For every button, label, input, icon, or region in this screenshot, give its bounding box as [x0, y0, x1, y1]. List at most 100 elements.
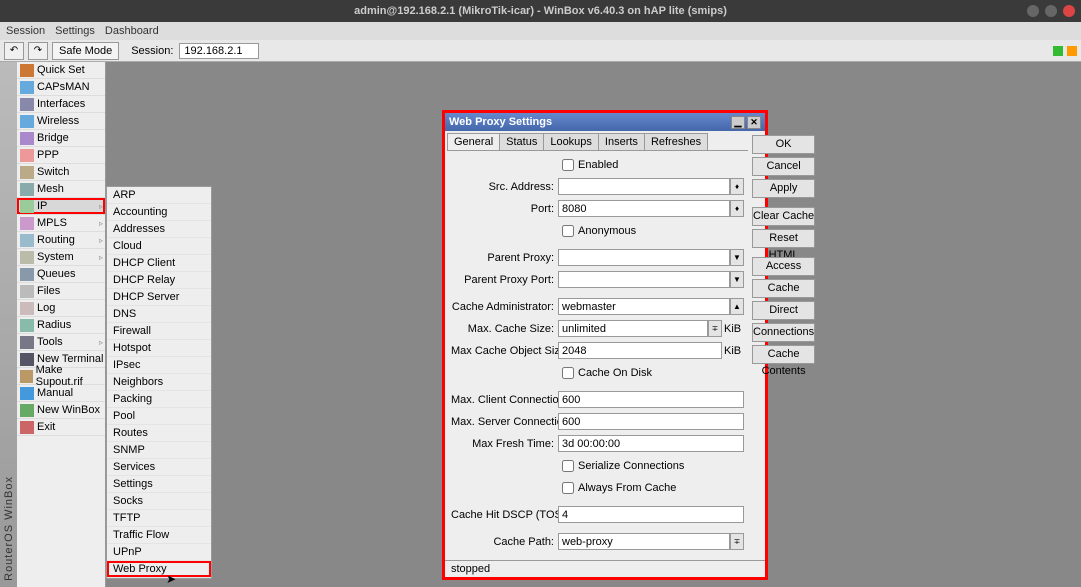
submenu-item-packing[interactable]: Packing [107, 391, 211, 408]
submenu-item-neighbors[interactable]: Neighbors [107, 374, 211, 391]
src-address-spin[interactable]: ♦ [730, 178, 744, 195]
port-spin[interactable]: ♦ [730, 200, 744, 217]
nav-item-radius[interactable]: Radius [17, 317, 105, 334]
tab-inserts[interactable]: Inserts [598, 133, 645, 150]
serialize-conn-checkbox[interactable] [562, 460, 574, 472]
parent-proxy-port-input[interactable] [558, 271, 730, 288]
nav-item-new-winbox[interactable]: New WinBox [17, 402, 105, 419]
submenu-item-ipsec[interactable]: IPsec [107, 357, 211, 374]
cache-on-disk-checkbox[interactable] [562, 367, 574, 379]
enabled-checkbox[interactable] [562, 159, 574, 171]
nav-item-routing[interactable]: Routing [17, 232, 105, 249]
submenu-item-snmp[interactable]: SNMP [107, 442, 211, 459]
submenu-item-dhcp-client[interactable]: DHCP Client [107, 255, 211, 272]
dialog-close-icon[interactable]: ✕ [747, 116, 761, 129]
submenu-item-hotspot[interactable]: Hotspot [107, 340, 211, 357]
nav-item-wireless[interactable]: Wireless [17, 113, 105, 130]
nav-item-manual[interactable]: Manual [17, 385, 105, 402]
menu-dashboard[interactable]: Dashboard [105, 25, 159, 37]
nav-item-log[interactable]: Log [17, 300, 105, 317]
connections-button[interactable]: Connections [752, 323, 815, 342]
tab-refreshes[interactable]: Refreshes [644, 133, 708, 150]
port-input[interactable] [558, 200, 730, 217]
max-client-conn-input[interactable] [558, 391, 744, 408]
nav-item-ppp[interactable]: PPP [17, 147, 105, 164]
nav-item-mpls[interactable]: MPLS [17, 215, 105, 232]
access-button[interactable]: Access [752, 257, 815, 276]
dialog-minimize-icon[interactable]: ▁ [731, 116, 745, 129]
ok-button[interactable]: OK [752, 135, 815, 154]
cache-path-drop[interactable]: ∓ [730, 533, 744, 550]
max-cache-size-drop[interactable]: ∓ [708, 320, 722, 337]
submenu-item-pool[interactable]: Pool [107, 408, 211, 425]
safe-mode-button[interactable]: Safe Mode [52, 42, 119, 60]
cache-button[interactable]: Cache [752, 279, 815, 298]
tab-general[interactable]: General [447, 133, 500, 150]
max-cache-size-input[interactable] [558, 320, 708, 337]
nav-item-ip[interactable]: IP [17, 198, 105, 215]
submenu-item-dns[interactable]: DNS [107, 306, 211, 323]
cache-contents-button[interactable]: Cache Contents [752, 345, 815, 364]
always-from-cache-checkbox[interactable] [562, 482, 574, 494]
submenu-item-socks[interactable]: Socks [107, 493, 211, 510]
nav-item-files[interactable]: Files [17, 283, 105, 300]
tab-lookups[interactable]: Lookups [543, 133, 599, 150]
tab-status[interactable]: Status [499, 133, 544, 150]
nav-label: Manual [37, 387, 73, 399]
max-fresh-time-input[interactable] [558, 435, 744, 452]
minimize-icon[interactable] [1027, 5, 1039, 17]
submenu-item-accounting[interactable]: Accounting [107, 204, 211, 221]
close-icon[interactable] [1063, 5, 1075, 17]
nav-icon [20, 183, 34, 196]
parent-proxy-drop[interactable]: ▼ [730, 249, 744, 266]
apply-button[interactable]: Apply [752, 179, 815, 198]
menu-settings[interactable]: Settings [55, 25, 95, 37]
submenu-item-tftp[interactable]: TFTP [107, 510, 211, 527]
cache-admin-input[interactable] [558, 298, 730, 315]
nav-item-tools[interactable]: Tools [17, 334, 105, 351]
submenu-item-settings[interactable]: Settings [107, 476, 211, 493]
submenu-item-arp[interactable]: ARP [107, 187, 211, 204]
cancel-button[interactable]: Cancel [752, 157, 815, 176]
submenu-item-dhcp-server[interactable]: DHCP Server [107, 289, 211, 306]
nav-label: PPP [37, 149, 59, 161]
anonymous-checkbox[interactable] [562, 225, 574, 237]
undo-button[interactable]: ↶ [4, 42, 24, 60]
clear-cache-button[interactable]: Clear Cache [752, 207, 815, 226]
submenu-item-cloud[interactable]: Cloud [107, 238, 211, 255]
nav-item-exit[interactable]: Exit [17, 419, 105, 436]
cache-hit-dscp-input[interactable] [558, 506, 744, 523]
nav-item-quick-set[interactable]: Quick Set [17, 62, 105, 79]
nav-item-system[interactable]: System [17, 249, 105, 266]
nav-item-queues[interactable]: Queues [17, 266, 105, 283]
submenu-item-firewall[interactable]: Firewall [107, 323, 211, 340]
submenu-item-upnp[interactable]: UPnP [107, 544, 211, 561]
menu-session[interactable]: Session [6, 25, 45, 37]
cache-admin-toggle[interactable]: ▲ [730, 298, 744, 315]
submenu-item-dhcp-relay[interactable]: DHCP Relay [107, 272, 211, 289]
parent-proxy-input[interactable] [558, 249, 730, 266]
parent-proxy-port-drop[interactable]: ▼ [730, 271, 744, 288]
status-lock-icon [1067, 46, 1077, 56]
submenu-item-addresses[interactable]: Addresses [107, 221, 211, 238]
cache-path-input[interactable] [558, 533, 730, 550]
nav-item-bridge[interactable]: Bridge [17, 130, 105, 147]
dialog-titlebar[interactable]: Web Proxy Settings ▁ ✕ [445, 113, 765, 131]
nav-item-switch[interactable]: Switch [17, 164, 105, 181]
nav-item-interfaces[interactable]: Interfaces [17, 96, 105, 113]
submenu-item-web-proxy[interactable]: Web Proxy [107, 561, 211, 578]
redo-button[interactable]: ↷ [28, 42, 48, 60]
direct-button[interactable]: Direct [752, 301, 815, 320]
nav-item-capsman[interactable]: CAPsMAN [17, 79, 105, 96]
submenu-item-services[interactable]: Services [107, 459, 211, 476]
max-cache-obj-input[interactable] [558, 342, 722, 359]
reset-html-button[interactable]: Reset HTML [752, 229, 815, 248]
nav-label: Bridge [37, 132, 69, 144]
nav-item-mesh[interactable]: Mesh [17, 181, 105, 198]
submenu-item-traffic-flow[interactable]: Traffic Flow [107, 527, 211, 544]
submenu-item-routes[interactable]: Routes [107, 425, 211, 442]
src-address-input[interactable] [558, 178, 730, 195]
max-server-conn-input[interactable] [558, 413, 744, 430]
nav-item-make-supout-rif[interactable]: Make Supout.rif [17, 368, 105, 385]
maximize-icon[interactable] [1045, 5, 1057, 17]
